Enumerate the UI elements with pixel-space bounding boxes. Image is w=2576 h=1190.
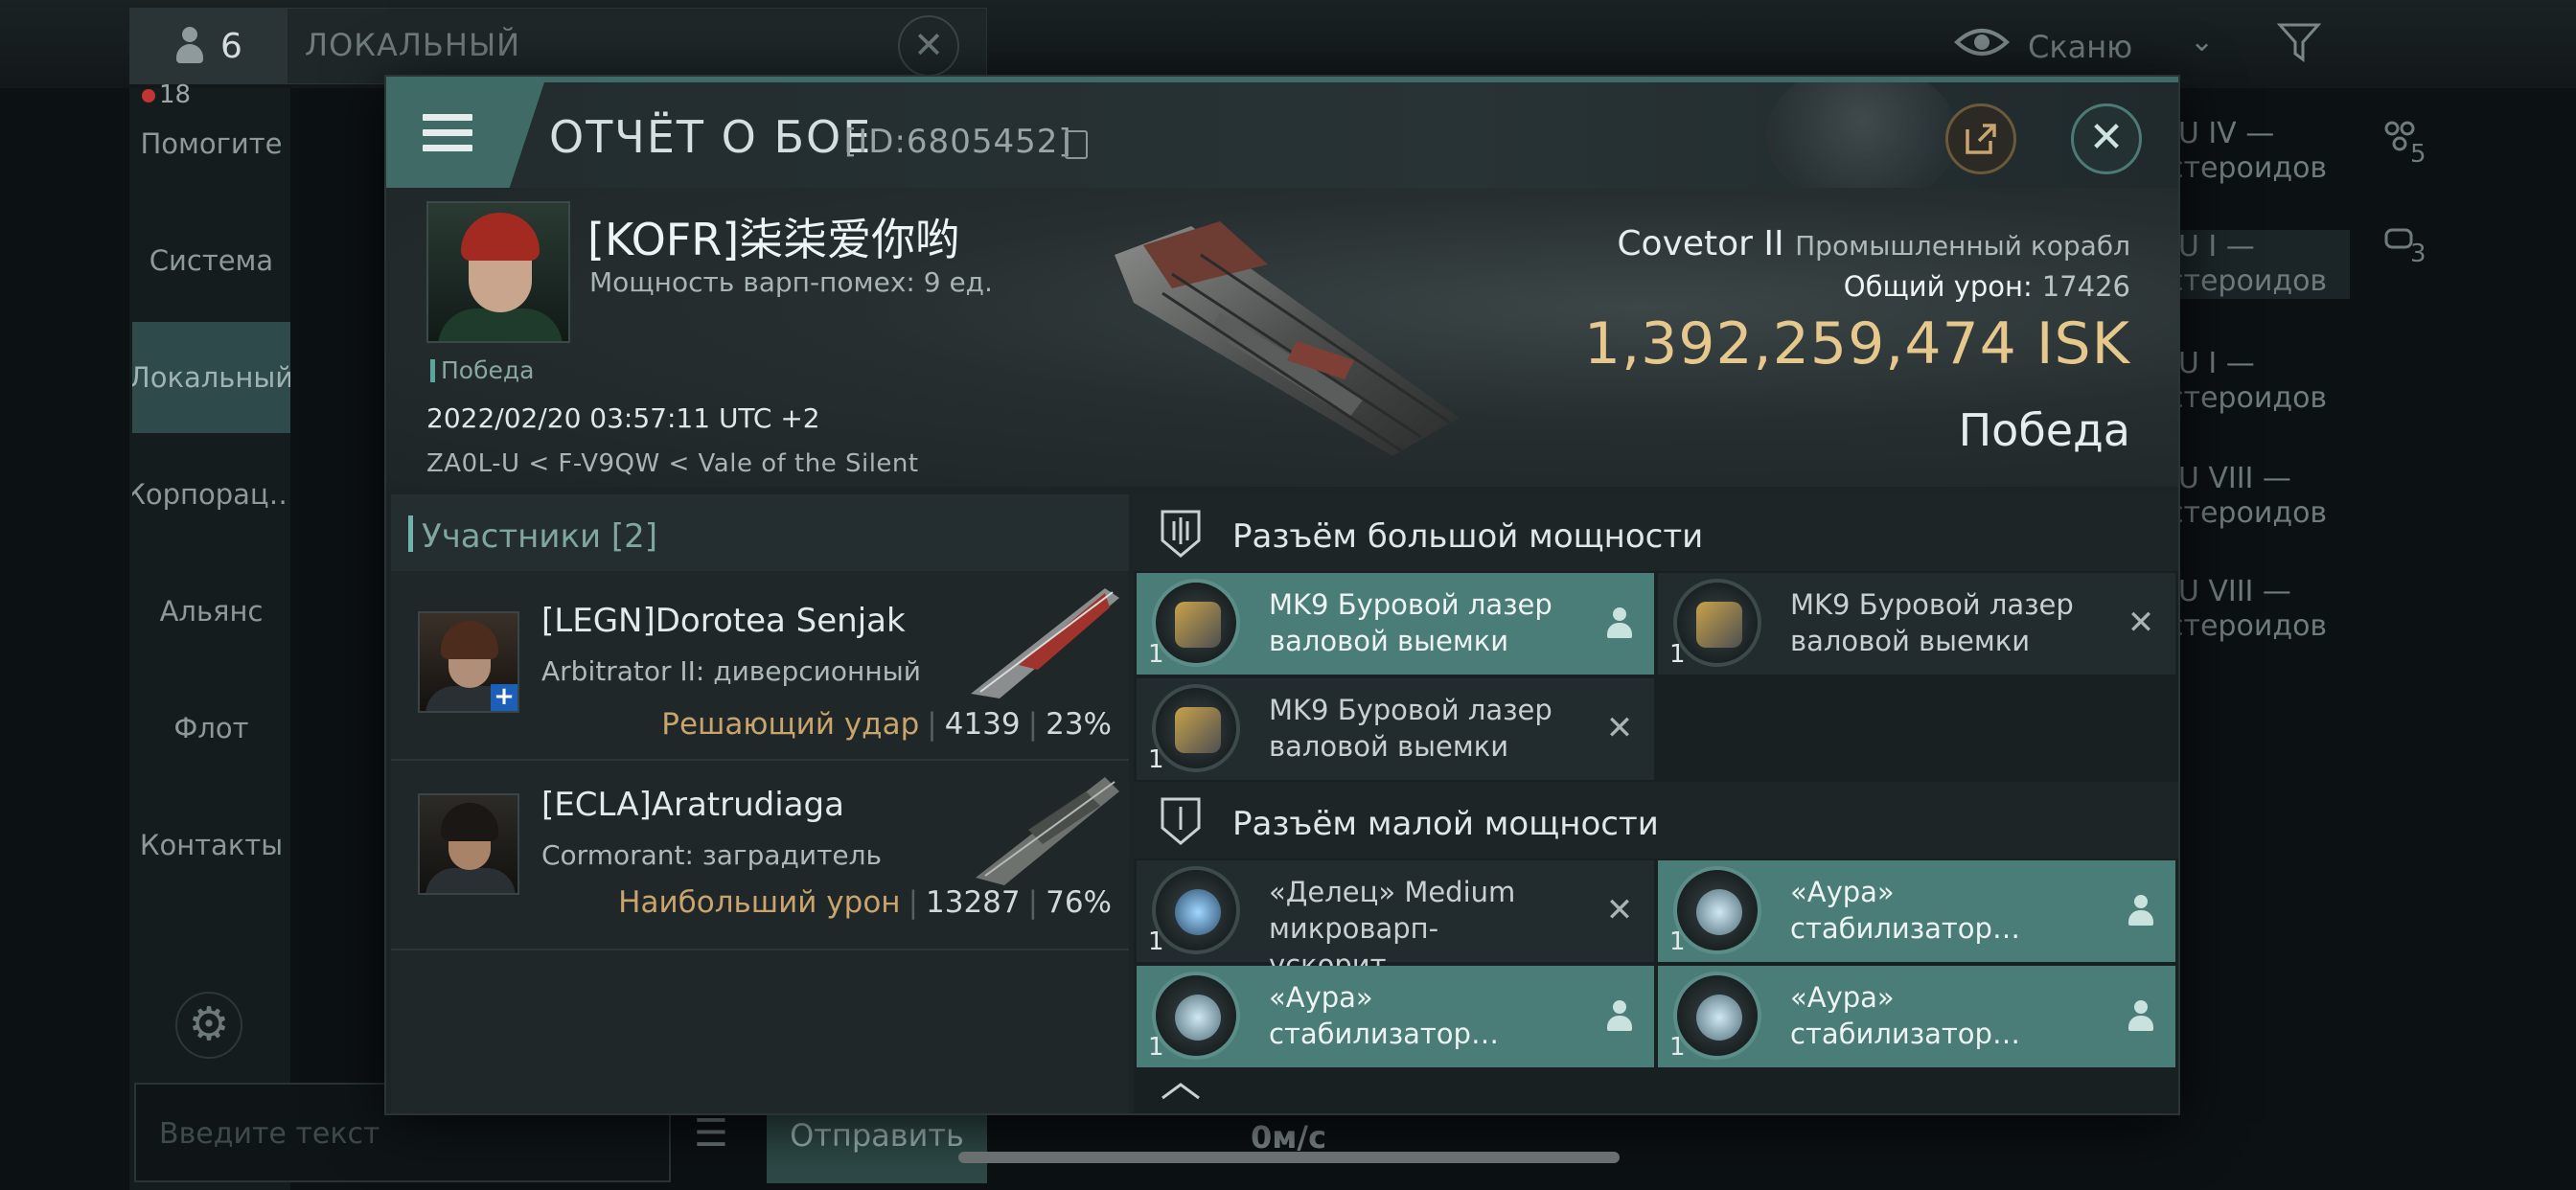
copy-icon[interactable] bbox=[1065, 130, 1088, 159]
fitted-user-icon bbox=[2124, 893, 2158, 927]
kill-timestamp: 2022/02/20 03:57:11 UTC +2 bbox=[426, 402, 820, 434]
warp-disruption-info: Мощность варп-помех: 9 ед. bbox=[589, 266, 993, 298]
participant-ship-image bbox=[971, 588, 1119, 698]
filter-icon[interactable] bbox=[2276, 19, 2322, 65]
sidebar-item-fleet[interactable]: Флот bbox=[132, 673, 290, 784]
close-icon[interactable]: ✕ bbox=[2071, 103, 2142, 174]
person-icon bbox=[174, 27, 205, 65]
external-link-icon bbox=[1966, 124, 1996, 154]
stabilizer-icon bbox=[1152, 972, 1240, 1060]
isk-value: 1,392,259,474 ISK bbox=[1583, 310, 2130, 378]
member-count-button[interactable]: 6 bbox=[129, 8, 288, 84]
battle-result: Победа bbox=[1958, 404, 2130, 456]
home-indicator[interactable] bbox=[958, 1152, 1620, 1163]
participant-name: [LEGN]Dorotea Senjak bbox=[541, 602, 906, 640]
sidebar-item-local[interactable]: Локальный bbox=[132, 322, 290, 433]
module-slot[interactable]: 1 «Аура» стабилизатор… bbox=[1658, 966, 2175, 1067]
mining-laser-icon bbox=[1152, 579, 1240, 667]
high-slot-heading: Разъём большой мощности bbox=[1134, 494, 2178, 571]
overview-item[interactable]: -U I — стероидов bbox=[2168, 347, 2350, 416]
group-icon[interactable] bbox=[2382, 119, 2417, 153]
low-slot-icon bbox=[1161, 797, 1201, 845]
low-slot-heading: Разъём малой мощности bbox=[1134, 782, 2178, 858]
stabilizer-icon bbox=[1673, 972, 1761, 1060]
ship-group-icon[interactable] bbox=[2382, 222, 2417, 257]
total-damage: Общий урон: 17426 bbox=[1843, 270, 2130, 303]
module-slot[interactable]: 1 MK9 Буровой лазер валовой выемки bbox=[1137, 573, 1654, 675]
destroyed-x-icon: ✕ bbox=[2127, 604, 2155, 642]
participant-ship-image bbox=[976, 777, 1119, 885]
fitted-user-icon bbox=[1602, 606, 1637, 640]
module-slot[interactable]: 1 MK9 Буровой лазер валовой выемки ✕ bbox=[1137, 678, 1654, 780]
stabilizer-icon bbox=[1673, 866, 1761, 954]
dialog-header: ОТЧЁТ О БОЕ [ID:6805452] ✕ bbox=[386, 82, 2178, 207]
speed-readout: 0м/с bbox=[1251, 1119, 1327, 1156]
victim-banner: [KOFR]柒柒爱你哟 Мощность варп-помех: 9 ед. П… bbox=[386, 188, 2178, 487]
fitting-panel: Разъём большой мощности 1 MK9 Буровой ла… bbox=[1134, 494, 2178, 1113]
module-slot[interactable]: 1 MK9 Буровой лазер валовой выемки ✕ bbox=[1658, 573, 2175, 675]
participant-row[interactable]: [ECLA]Aratrudiaga Cormorant: заградитель… bbox=[391, 763, 1129, 950]
participant-stats: Решающий удар | 4139 | 23% bbox=[661, 707, 1112, 742]
fitted-user-icon bbox=[2124, 998, 2158, 1033]
menu-button[interactable] bbox=[386, 82, 544, 188]
mining-laser-icon bbox=[1152, 684, 1240, 772]
participants-panel: Участники [2] + [LEGN]Dorotea Senjak Arb… bbox=[391, 494, 1129, 1113]
sidebar-item-alliance[interactable]: Альянс bbox=[132, 556, 290, 667]
destroyed-x-icon: ✕ bbox=[1605, 709, 1634, 747]
sidebar-item-corporation[interactable]: Корпорац… bbox=[132, 439, 290, 550]
sidebar-item-system[interactable]: Система bbox=[132, 205, 290, 316]
sidebar-item-contacts[interactable]: Контакты bbox=[132, 790, 290, 901]
hamburger-icon bbox=[423, 114, 472, 156]
report-id: [ID:6805452] bbox=[844, 123, 1072, 161]
high-slot-icon bbox=[1161, 510, 1201, 558]
participant-portrait: + bbox=[418, 611, 519, 713]
participant-ship: Arbitrator II: диверсионный bbox=[541, 655, 921, 687]
participant-ship: Cormorant: заградитель bbox=[541, 839, 883, 871]
menu-icon[interactable]: ☰ bbox=[694, 1111, 728, 1156]
fitted-user-icon bbox=[1602, 998, 1637, 1033]
chat-channel-title: ЛОКАЛЬНЫЙ bbox=[305, 27, 521, 63]
participant-name: [ECLA]Aratrudiaga bbox=[541, 786, 844, 824]
victim-ship-image[interactable] bbox=[1076, 197, 1479, 475]
victim-name[interactable]: [KOFR]柒柒爱你哟 bbox=[587, 205, 959, 268]
overview-item[interactable]: -U VIII — стероидов bbox=[2168, 462, 2350, 531]
member-count: 6 bbox=[220, 26, 242, 66]
dialog-title: ОТЧЁТ О БОЕ bbox=[549, 111, 873, 163]
participants-heading[interactable]: Участники [2] bbox=[391, 494, 1129, 571]
module-slot[interactable]: 1 «Аура» стабилизатор… bbox=[1137, 966, 1654, 1067]
microwarpdrive-icon bbox=[1152, 866, 1240, 954]
participant-portrait bbox=[418, 793, 519, 895]
participant-row[interactable]: + [LEGN]Dorotea Senjak Arbitrator II: ди… bbox=[391, 573, 1129, 761]
overview-item[interactable]: -U VIII — стероидов bbox=[2168, 575, 2350, 644]
gear-icon[interactable]: ⚙ bbox=[175, 992, 242, 1059]
victory-tag: Победа bbox=[430, 356, 535, 384]
chat-close-icon[interactable]: ✕ bbox=[898, 15, 959, 77]
module-slot[interactable]: 1 «Аура» стабилизатор… bbox=[1658, 860, 2175, 962]
victim-ship-name[interactable]: Covetor II Промышленный корабл bbox=[1617, 224, 2130, 263]
victim-portrait[interactable] bbox=[426, 201, 570, 343]
eye-icon[interactable] bbox=[1953, 25, 2011, 59]
destroyed-x-icon: ✕ bbox=[1605, 891, 1634, 929]
overview-item[interactable]: -U I — стероидов bbox=[2168, 230, 2350, 299]
next-slot-icon bbox=[1162, 1083, 1200, 1100]
combat-report-dialog: ОТЧЁТ О БОЕ [ID:6805452] ✕ [KOFR]柒柒爱你哟 М… bbox=[386, 77, 2178, 1113]
mining-laser-icon bbox=[1673, 579, 1761, 667]
overview-item[interactable]: -U IV — стероидов bbox=[2168, 117, 2350, 186]
sidebar-item-help[interactable]: Помогите bbox=[132, 88, 290, 199]
module-slot[interactable]: 1 «Делец» Medium микроварп-ускорит…. ✕ bbox=[1137, 860, 1654, 981]
plus-icon: + bbox=[491, 684, 518, 711]
participant-stats: Наибольший урон | 13287 | 76% bbox=[618, 885, 1112, 920]
scan-label[interactable]: Сканю bbox=[2028, 29, 2132, 65]
chevron-down-icon[interactable]: ⌄ bbox=[2190, 25, 2214, 58]
kill-location[interactable]: ZA0L-U < F-V9QW < Vale of the Silent bbox=[426, 449, 919, 478]
share-external-button[interactable] bbox=[1945, 103, 2016, 174]
